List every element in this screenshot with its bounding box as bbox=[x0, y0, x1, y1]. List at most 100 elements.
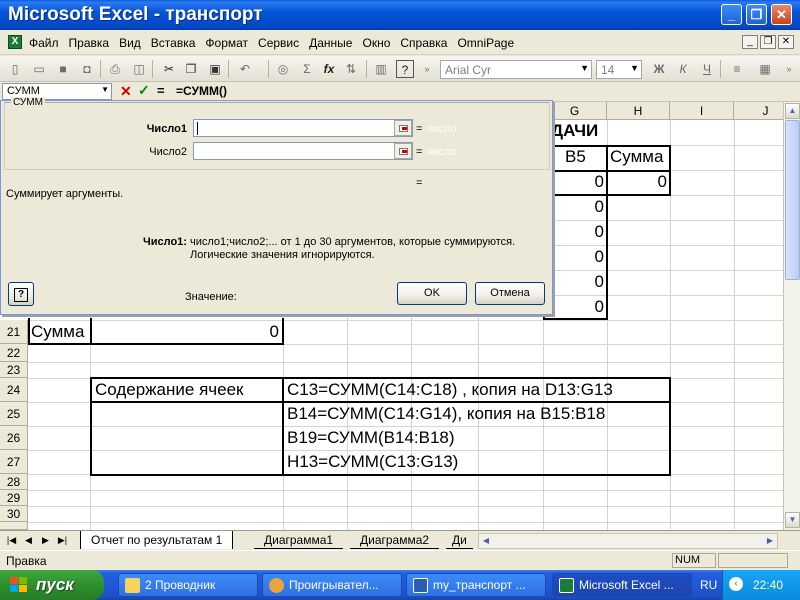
help-icon[interactable]: ? bbox=[396, 60, 414, 78]
enter-entry-icon[interactable]: ✓ bbox=[138, 82, 150, 99]
cell-g16[interactable]: 0 bbox=[546, 245, 604, 269]
print-preview-icon[interactable]: ◫ bbox=[130, 60, 148, 78]
row-header-22[interactable]: 22 bbox=[0, 344, 28, 362]
function-wizard-icon[interactable]: fx bbox=[320, 60, 338, 78]
chevron-down-icon[interactable]: ▼ bbox=[580, 63, 589, 73]
row-header-27[interactable]: 27 bbox=[0, 450, 28, 474]
row-header-26[interactable]: 26 bbox=[0, 426, 28, 450]
vertical-scrollbar[interactable]: ▲ ▼ bbox=[783, 102, 800, 530]
menu-help[interactable]: Справка bbox=[399, 36, 448, 50]
close-button[interactable]: ✕ bbox=[771, 4, 792, 25]
cell-h13[interactable]: 0 bbox=[609, 170, 667, 194]
minimize-button[interactable]: _ bbox=[721, 4, 742, 25]
cut-icon[interactable]: ✂ bbox=[160, 60, 178, 78]
font-size-combo[interactable]: 14 ▼ bbox=[596, 60, 642, 79]
scroll-down-icon[interactable]: ▼ bbox=[785, 512, 800, 528]
clock[interactable]: 22:40 bbox=[753, 578, 783, 592]
collapse-dialog-icon[interactable] bbox=[394, 120, 412, 136]
italic-button[interactable]: К bbox=[674, 60, 692, 78]
contents-line[interactable]: H13=СУММ(C13:G13) bbox=[287, 450, 458, 474]
menu-file[interactable]: Файл bbox=[28, 36, 60, 50]
tray-expand-icon[interactable]: ‹ bbox=[729, 577, 743, 591]
column-header-j[interactable]: J bbox=[734, 102, 783, 120]
cell-h12[interactable]: Сумма bbox=[610, 145, 663, 169]
menu-tools[interactable]: Сервис bbox=[257, 36, 300, 50]
arg1-input[interactable] bbox=[193, 119, 413, 137]
start-button[interactable]: пуск bbox=[0, 570, 104, 600]
hyperlink-icon[interactable]: ◎ bbox=[274, 60, 292, 78]
row-header-31[interactable] bbox=[0, 522, 28, 530]
first-sheet-icon[interactable]: |◀ bbox=[4, 533, 19, 548]
cancel-entry-icon[interactable]: ✕ bbox=[120, 83, 132, 100]
column-header-h[interactable]: H bbox=[607, 102, 670, 120]
language-indicator[interactable]: RU bbox=[700, 578, 717, 592]
chevron-down-icon[interactable]: ▼ bbox=[630, 63, 639, 73]
column-header-i[interactable]: I bbox=[670, 102, 734, 120]
toolbar-options-icon[interactable]: » bbox=[780, 60, 798, 78]
paste-icon[interactable]: ▣ bbox=[206, 60, 224, 78]
cell-g18[interactable]: 0 bbox=[546, 295, 604, 319]
row-header-25[interactable]: 25 bbox=[0, 402, 28, 426]
font-name-combo[interactable]: Arial Cyr ▼ bbox=[440, 60, 592, 79]
open-icon[interactable]: ▭ bbox=[30, 60, 48, 78]
scroll-up-icon[interactable]: ▲ bbox=[785, 103, 800, 119]
menu-omnipage[interactable]: OmniPage bbox=[456, 36, 515, 50]
restore-button[interactable]: ❐ bbox=[746, 4, 767, 25]
print-icon[interactable]: ⎙ bbox=[106, 60, 124, 78]
chevron-down-icon[interactable]: ▼ bbox=[101, 85, 109, 94]
prev-sheet-icon[interactable]: ◀ bbox=[21, 533, 36, 548]
last-sheet-icon[interactable]: ▶| bbox=[55, 533, 70, 548]
copy-icon[interactable]: ❐ bbox=[182, 60, 200, 78]
horizontal-scrollbar[interactable]: ◀ ▶ bbox=[478, 533, 778, 549]
menu-data[interactable]: Данные bbox=[308, 36, 353, 50]
edit-formula-button[interactable]: = bbox=[157, 83, 165, 98]
contents-line[interactable]: B14=СУММ(C14:G14), копия на B15:B18 bbox=[287, 402, 605, 426]
cell-g14[interactable]: 0 bbox=[546, 195, 604, 219]
formula-input[interactable]: =СУММ() bbox=[176, 84, 227, 98]
next-sheet-icon[interactable]: ▶ bbox=[38, 533, 53, 548]
borders-icon[interactable]: ▦ bbox=[756, 60, 774, 78]
sheet-tab-partial[interactable]: Ди bbox=[446, 531, 473, 549]
menu-window[interactable]: Окно bbox=[361, 36, 391, 50]
contents-line[interactable]: B19=СУММ(B14:B18) bbox=[287, 426, 455, 450]
doc-minimize-button[interactable]: _ bbox=[742, 35, 758, 49]
menu-edit[interactable]: Правка bbox=[68, 36, 111, 50]
sheet-tab-chart2[interactable]: Диаграмма2 bbox=[350, 531, 440, 549]
arg2-input[interactable] bbox=[193, 142, 413, 160]
menu-view[interactable]: Вид bbox=[118, 36, 142, 50]
contents-label[interactable]: Содержание ячеек bbox=[95, 378, 243, 402]
toolbar-options-icon[interactable]: » bbox=[418, 60, 436, 78]
cell-g17[interactable]: 0 bbox=[546, 270, 604, 294]
undo-icon[interactable]: ↶ bbox=[236, 60, 254, 78]
row-header-29[interactable]: 29 bbox=[0, 490, 28, 506]
row-header-24[interactable]: 24 bbox=[0, 378, 28, 402]
cell-g13[interactable]: 0 bbox=[546, 170, 604, 194]
sort-ascending-icon[interactable]: ⇅ bbox=[342, 60, 360, 78]
row-header-21[interactable]: 21 bbox=[0, 320, 28, 344]
chart-wizard-icon[interactable]: ▥ bbox=[372, 60, 390, 78]
row-header-23[interactable]: 23 bbox=[0, 362, 28, 378]
row-header-30[interactable]: 30 bbox=[0, 506, 28, 522]
sheet-tab-report[interactable]: Отчет по результатам 1 bbox=[80, 531, 234, 549]
doc-restore-button[interactable]: ❐ bbox=[760, 35, 776, 49]
taskbar-excel[interactable]: Microsoft Excel ... bbox=[552, 573, 692, 597]
cell-g15[interactable]: 0 bbox=[546, 220, 604, 244]
contents-line[interactable]: C13=СУММ(C14:C18) , копия на D13:G13 bbox=[287, 378, 613, 402]
ok-button[interactable]: OK bbox=[397, 282, 467, 305]
menu-format[interactable]: Формат bbox=[204, 36, 249, 50]
scroll-right-icon[interactable]: ▶ bbox=[763, 534, 777, 548]
collapse-dialog-icon[interactable] bbox=[394, 143, 412, 159]
new-icon[interactable]: ▯ bbox=[6, 60, 24, 78]
scroll-left-icon[interactable]: ◀ bbox=[479, 534, 493, 548]
sheet-tab-chart1[interactable]: Диаграмма1 bbox=[254, 531, 344, 549]
taskbar-player[interactable]: Проигрывател... bbox=[262, 573, 402, 597]
taskbar-word[interactable]: my_транспорт ... bbox=[406, 573, 546, 597]
doc-close-button[interactable]: ✕ bbox=[778, 35, 794, 49]
excel-doc-icon[interactable]: X bbox=[8, 35, 22, 49]
taskbar-explorer[interactable]: 2 Проводник bbox=[118, 573, 258, 597]
cancel-button[interactable]: Отмена bbox=[475, 282, 545, 305]
row-header-28[interactable]: 28 bbox=[0, 474, 28, 490]
scroll-thumb[interactable] bbox=[785, 120, 800, 280]
cell-a21[interactable]: Сумма bbox=[31, 320, 84, 344]
bold-button[interactable]: Ж bbox=[650, 60, 668, 78]
